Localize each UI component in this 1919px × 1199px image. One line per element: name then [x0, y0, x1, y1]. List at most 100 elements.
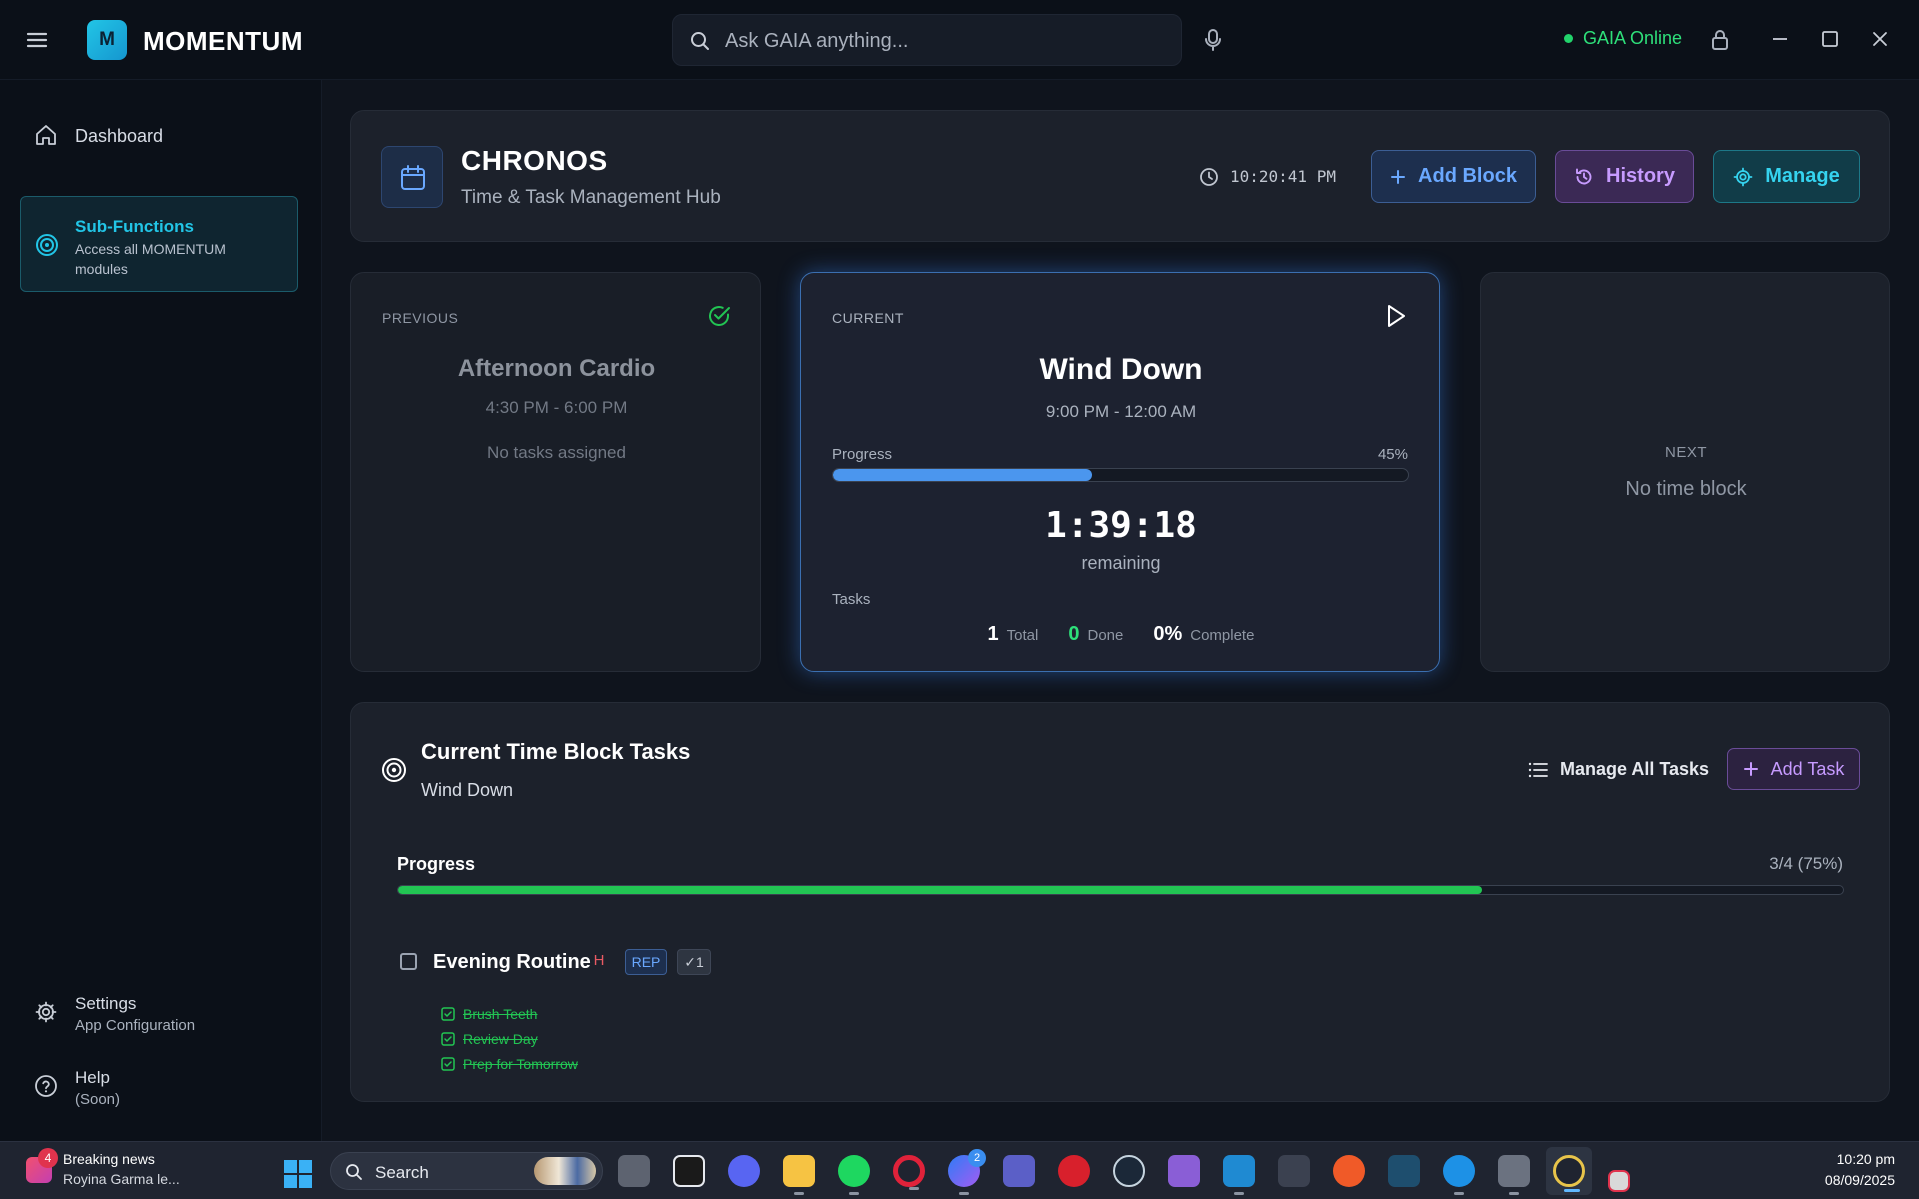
add-task-label: Add Task — [1770, 758, 1845, 779]
messenger-icon[interactable]: 2 — [948, 1149, 986, 1195]
visual-studio-icon[interactable] — [1168, 1155, 1200, 1187]
subtask-item[interactable]: Review Day — [441, 1031, 538, 1047]
running-indicator — [1564, 1189, 1580, 1192]
task-view-icon[interactable] — [618, 1155, 650, 1187]
taskbar-search[interactable]: Search — [330, 1152, 603, 1190]
momentum-app-icon[interactable] — [1553, 1155, 1585, 1192]
sidebar: Dashboard Sub-Functions Access all MOMEN… — [0, 80, 322, 1141]
next-label: NEXT — [1664, 444, 1707, 461]
previous-label: PREVIOUS — [382, 310, 459, 326]
news-badge: 4 — [38, 1148, 58, 1168]
current-block-card[interactable]: CURRENT Wind Down 9:00 PM - 12:00 AM Pro… — [800, 272, 1440, 672]
manage-label: Manage — [1765, 165, 1840, 187]
manage-button[interactable]: Manage — [1713, 150, 1860, 203]
discord-icon[interactable] — [728, 1155, 760, 1187]
help-icon — [34, 1074, 58, 1098]
hamburger-menu-icon[interactable] — [26, 28, 54, 52]
priority-badge: H — [593, 952, 605, 969]
play-icon[interactable] — [1384, 303, 1408, 329]
opera-icon[interactable] — [893, 1155, 925, 1190]
steam-icon[interactable] — [1113, 1155, 1145, 1187]
news-title[interactable]: Breaking news — [63, 1151, 155, 1167]
calculator-icon[interactable] — [1498, 1155, 1530, 1195]
tasks-label: Tasks — [832, 591, 871, 608]
sidebar-item-label: Sub-Functions — [75, 217, 194, 236]
previous-block-card[interactable]: PREVIOUS Afternoon Cardio 4:30 PM - 6:00… — [350, 272, 761, 672]
sidebar-item-settings[interactable]: Settings App Configuration — [20, 994, 298, 1038]
mysql-workbench-icon[interactable] — [1388, 1155, 1420, 1187]
subtask-label: Prep for Tomorrow — [463, 1056, 578, 1072]
news-subtitle[interactable]: Royina Garma le... — [63, 1171, 180, 1187]
sidebar-item-description: Access all MOMENTUM modules — [75, 241, 226, 277]
microphone-icon[interactable] — [1203, 28, 1223, 52]
remaining-label: remaining — [1081, 553, 1161, 573]
spotify-icon[interactable] — [838, 1155, 870, 1195]
tasks-progress-bar — [397, 885, 1844, 895]
current-block-title: Wind Down — [1039, 353, 1203, 386]
snipping-tool-icon[interactable] — [1608, 1170, 1630, 1192]
gaia-search-input[interactable] — [725, 25, 1165, 57]
next-block-value: No time block — [1625, 478, 1747, 500]
file-explorer-icon[interactable] — [783, 1155, 815, 1195]
sidebar-item-label: Help — [75, 1068, 110, 1087]
check-circle-icon — [706, 303, 732, 329]
tasks-progress-label: Progress — [397, 854, 476, 874]
next-block-card[interactable]: NEXT No time block — [1480, 272, 1890, 672]
sidebar-item-label: Settings — [75, 994, 137, 1013]
app-brand-name: MOMENTUM — [143, 26, 303, 56]
home-icon — [34, 123, 58, 147]
sidebar-item-sub-functions[interactable]: Sub-Functions Access all MOMENTUM module… — [20, 196, 298, 292]
windows-start-icon[interactable] — [283, 1159, 313, 1189]
current-time: 10:20:41 PM — [1230, 167, 1336, 186]
chronos-header: CHRONOS Time & Task Management Hub 10:20… — [350, 110, 1890, 242]
search-icon — [689, 30, 711, 52]
postman-icon[interactable] — [1333, 1155, 1365, 1187]
sidebar-item-dashboard[interactable]: Dashboard — [20, 116, 298, 156]
unity-icon[interactable] — [1278, 1155, 1310, 1187]
search-highlight-image — [534, 1157, 596, 1185]
top-bar: M MOMENTUM GAIA Online — [0, 0, 1919, 80]
subtask-item[interactable]: Prep for Tomorrow — [441, 1056, 578, 1072]
task-checkbox[interactable] — [400, 953, 417, 970]
stat-complete: 0% Complete — [1153, 623, 1254, 646]
stat-complete-value: 0% — [1153, 623, 1183, 645]
game-launcher-icon[interactable] — [1058, 1155, 1090, 1187]
manage-all-tasks-button[interactable]: Manage All Tasks — [1528, 759, 1709, 780]
history-button[interactable]: History — [1555, 150, 1694, 203]
gaia-search-box[interactable] — [672, 14, 1182, 66]
countdown-timer: 1:39:18 — [1045, 505, 1197, 546]
running-indicator — [1509, 1192, 1519, 1195]
current-block-time: 9:00 PM - 12:00 AM — [1045, 402, 1197, 421]
block-progress-fill — [833, 469, 1092, 481]
sidebar-item-label: Dashboard — [75, 126, 164, 146]
add-task-button[interactable]: Add Task — [1727, 748, 1860, 790]
subtask-label: Review Day — [463, 1031, 538, 1047]
vscode-icon[interactable] — [1223, 1155, 1255, 1195]
sidebar-item-help[interactable]: Help (Soon) — [20, 1068, 298, 1112]
system-clock-date[interactable]: 08/09/2025 — [1825, 1172, 1895, 1188]
task-title[interactable]: Evening Routine — [433, 951, 591, 974]
teams-icon[interactable] — [1003, 1155, 1035, 1187]
stat-complete-label: Complete — [1190, 627, 1255, 644]
docker-icon[interactable] — [1443, 1155, 1475, 1195]
add-block-button[interactable]: Add Block — [1371, 150, 1536, 203]
minimize-icon[interactable] — [1771, 29, 1789, 49]
list-icon — [1528, 761, 1548, 779]
maximize-icon[interactable] — [1821, 29, 1839, 49]
system-clock-time[interactable]: 10:20 pm — [1837, 1151, 1895, 1167]
capcut-icon[interactable] — [673, 1155, 705, 1187]
completed-count-badge: ✓1 — [677, 949, 711, 975]
lock-icon[interactable] — [1710, 29, 1730, 51]
history-label: History — [1606, 165, 1675, 187]
close-icon[interactable] — [1871, 29, 1889, 49]
windows-taskbar: 4 Breaking news Royina Garma le... Searc… — [0, 1141, 1919, 1199]
running-indicator — [909, 1187, 919, 1190]
progress-percent: 45% — [1377, 446, 1408, 463]
status-text: GAIA Online — [1583, 28, 1683, 48]
subtask-item[interactable]: Brush Teeth — [441, 1006, 537, 1022]
plus-icon — [1743, 761, 1759, 777]
history-icon — [1574, 167, 1594, 187]
subtask-label: Brush Teeth — [463, 1006, 538, 1022]
stat-total: 1 Total — [988, 623, 1039, 646]
running-indicator — [794, 1192, 804, 1195]
